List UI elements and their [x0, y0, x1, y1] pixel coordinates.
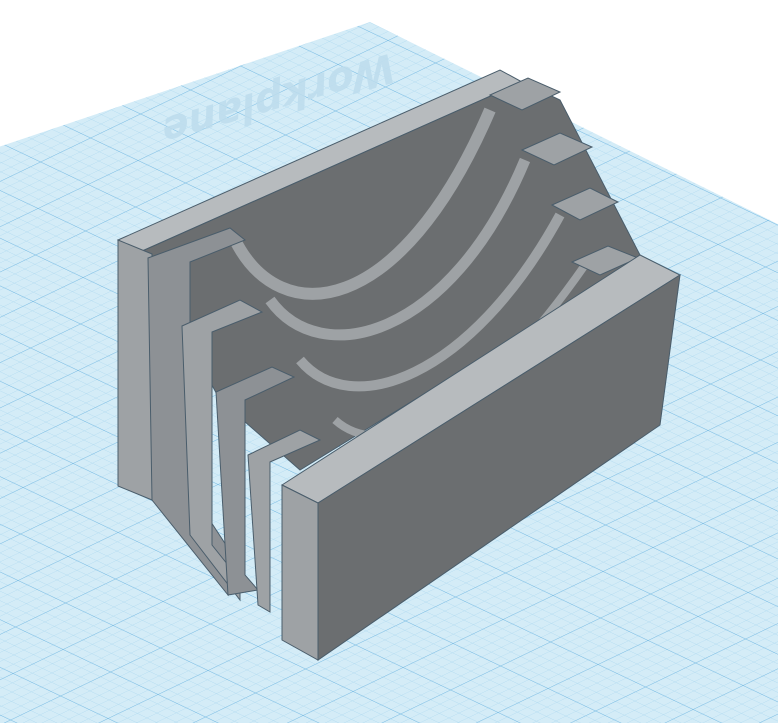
scene-svg[interactable]: Workplane [0, 0, 778, 723]
model-left-plate-back [117, 239, 153, 501]
3d-viewport[interactable]: Workplane [0, 0, 778, 723]
model-front-block-side [281, 484, 319, 661]
